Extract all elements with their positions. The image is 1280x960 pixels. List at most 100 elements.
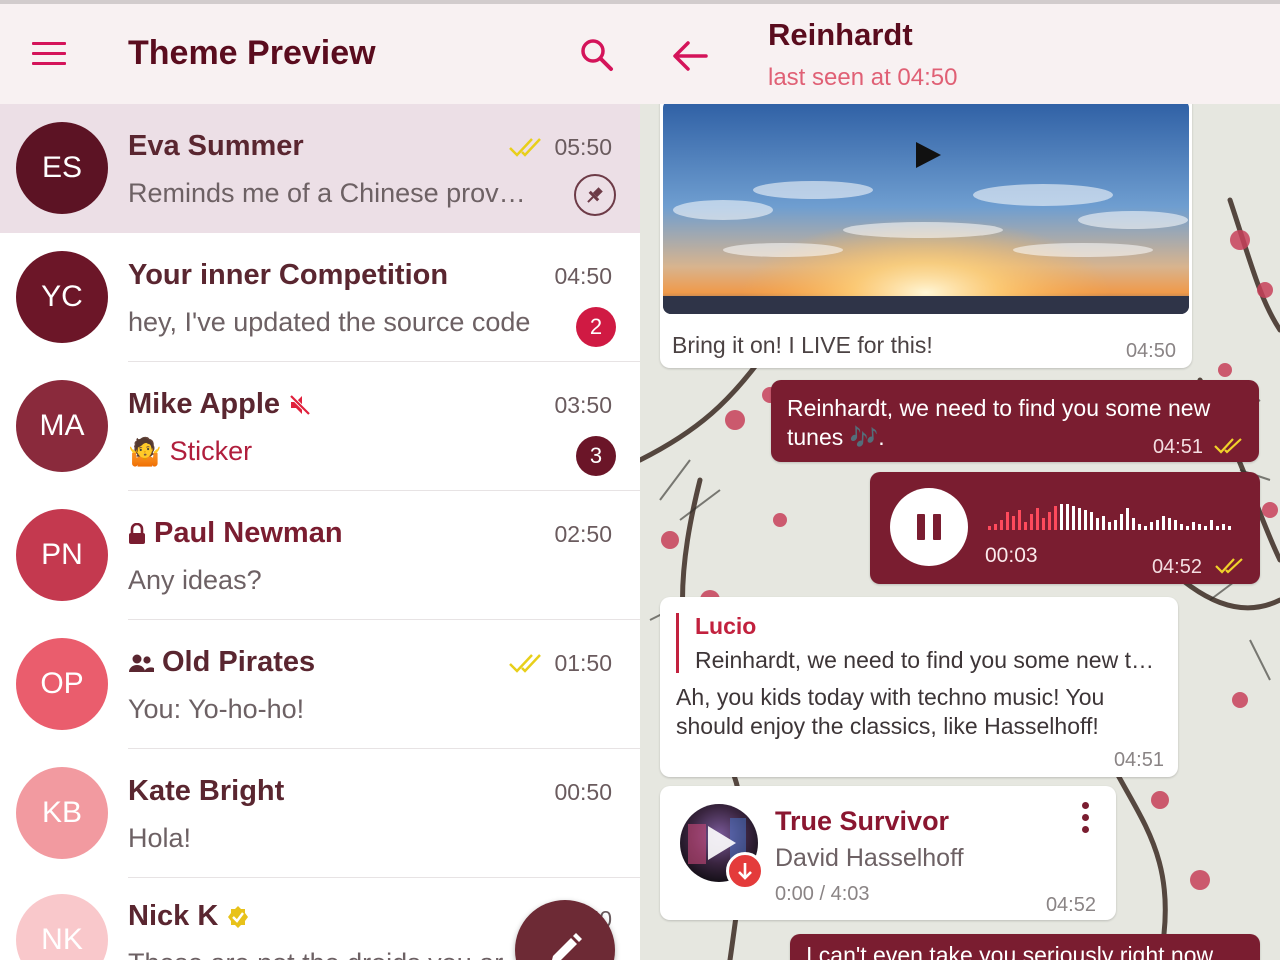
avatar: MA [16, 380, 108, 472]
avatar: NK [16, 894, 108, 960]
pencil-icon [552, 933, 582, 960]
reply-message[interactable]: Lucio Reinhardt, we need to find you som… [660, 597, 1178, 777]
photo-message[interactable]: Bring it on! I LIVE for this! 04:50 [660, 92, 1192, 368]
message-time: 04:51 [1152, 436, 1203, 458]
pause-icon [917, 514, 925, 540]
waveform-bar [1108, 522, 1111, 530]
muted-icon [288, 393, 312, 416]
voice-duration: 00:03 [985, 544, 1038, 567]
back-arrow-icon[interactable] [670, 38, 710, 74]
chat-preview: 🤷 Sticker [128, 436, 252, 468]
waveform-bar [1114, 520, 1117, 530]
message-text: Bring it on! I LIVE for this! [672, 332, 933, 358]
chat-time: 02:50 [554, 521, 612, 547]
chat-row-eva-summer[interactable]: ES Eva Summer 05:50 Reminds me of a Chin… [0, 104, 640, 233]
waveform-bar [1006, 512, 1009, 530]
video-thumbnail[interactable] [663, 100, 1189, 314]
chat-name-wrap: Nick K [128, 900, 250, 933]
music-message[interactable]: True Survivor David Hasselhoff 0:00 / 4:… [660, 786, 1116, 920]
message-time: 04:51 [1113, 749, 1164, 771]
avatar: OP [16, 638, 108, 730]
chat-name: Eva Summer [128, 130, 304, 162]
waveform-bar [988, 526, 991, 530]
chat-name: Kate Bright [128, 775, 285, 807]
outgoing-message[interactable]: Reinhardt, we need to find you some new … [771, 380, 1259, 462]
quote-bar [676, 613, 679, 673]
play-icon[interactable] [913, 140, 943, 170]
waveform-bar [1162, 516, 1165, 530]
lock-icon [129, 522, 145, 544]
emoji-icon: 🤷 [128, 437, 162, 467]
chat-time: 04:50 [554, 263, 612, 289]
chat-row-mike-apple[interactable]: MA Mike Apple 03:50 🤷 Sticker 3 [0, 362, 640, 491]
waveform-bar [1018, 510, 1021, 530]
chat-preview: These are not the droids you are looking… [128, 948, 538, 960]
waveform-bar [1132, 518, 1135, 530]
waveform-bar [1180, 524, 1183, 530]
waveform-bar [1204, 526, 1207, 530]
waveform-bar [1060, 504, 1063, 530]
chat-name-wrap: Old Pirates [128, 646, 315, 679]
waveform-bar [1186, 526, 1189, 530]
chat-row-kate-bright[interactable]: KB Kate Bright 00:50 Hola! [0, 749, 640, 878]
group-icon [129, 654, 154, 672]
chat-time: 03:50 [554, 392, 612, 418]
waveform-bar [1066, 504, 1069, 530]
song-artist: David Hasselhoff [775, 844, 964, 872]
waveform-bar [1174, 520, 1177, 530]
search-icon[interactable] [578, 36, 616, 74]
chat-name: Old Pirates [162, 646, 316, 678]
download-button[interactable] [726, 852, 764, 890]
chat-name-wrap: Paul Newman [128, 517, 343, 550]
chat-list: ES Eva Summer 05:50 Reminds me of a Chin… [0, 104, 640, 960]
waveform-bar [1222, 524, 1225, 530]
pause-button[interactable] [890, 488, 968, 566]
waveform-bar [1156, 520, 1159, 530]
verified-icon [228, 905, 249, 928]
chat-preview-text: Sticker [169, 436, 253, 466]
quote-text[interactable]: Reinhardt, we need to find you some new … [695, 647, 1165, 674]
avatar: KB [16, 767, 108, 859]
waveform-bar [1096, 518, 1099, 530]
message-time: 04:50 [1125, 340, 1176, 362]
avatar: PN [16, 509, 108, 601]
waveform-bar [1198, 524, 1201, 530]
waveform[interactable] [988, 502, 1248, 532]
chat-row-paul-newman[interactable]: PN Paul Newman 02:50 Any ideas? [0, 491, 640, 620]
waveform-bar [1012, 516, 1015, 530]
waveform-bar [1138, 524, 1141, 530]
waveform-bar [1090, 512, 1093, 530]
waveform-bar [1024, 522, 1027, 530]
peer-name[interactable]: Reinhardt [768, 17, 913, 53]
outgoing-message[interactable]: I can't even take you seriously right no… [790, 934, 1260, 960]
waveform-bar [1120, 514, 1123, 530]
app-title: Theme Preview [128, 34, 376, 72]
chat-time: 00:50 [554, 779, 612, 805]
chat-preview: hey, I've updated the source code [128, 307, 531, 337]
app-bar: Theme Preview [0, 4, 640, 104]
unread-badge: 2 [576, 307, 616, 347]
waveform-bar [1210, 520, 1213, 530]
quote-author: Lucio [695, 613, 757, 639]
menu-icon[interactable] [32, 42, 66, 68]
chat-preview: Any ideas? [128, 565, 262, 595]
chat-row-your-inner-competition[interactable]: YC Your inner Competition 04:50 hey, I'v… [0, 233, 640, 362]
voice-message[interactable]: 00:03 04:52 [870, 472, 1260, 584]
status-strip [0, 0, 1280, 4]
double-check-icon [1215, 558, 1243, 574]
waveform-bar [1192, 522, 1195, 530]
waveform-bar [1030, 514, 1033, 530]
song-title: True Survivor [775, 806, 950, 836]
double-check-icon [509, 138, 541, 157]
waveform-bar [1072, 506, 1075, 530]
waveform-bar [1228, 526, 1231, 530]
waveform-bar [1000, 520, 1003, 530]
more-options-icon[interactable] [1082, 802, 1092, 834]
chat-preview: Reminds me of a Chinese proverb: the bes… [128, 178, 538, 208]
pin-icon[interactable] [574, 174, 616, 216]
waveform-bar [1078, 508, 1081, 530]
waveform-bar [1126, 508, 1129, 530]
chat-name: Paul Newman [154, 517, 343, 549]
chat-row-old-pirates[interactable]: OP Old Pirates 01:50 You: Yo-ho-ho! [0, 620, 640, 749]
chat-list-pane: Theme Preview ES Eva Summer 05:50 Remind… [0, 0, 640, 960]
